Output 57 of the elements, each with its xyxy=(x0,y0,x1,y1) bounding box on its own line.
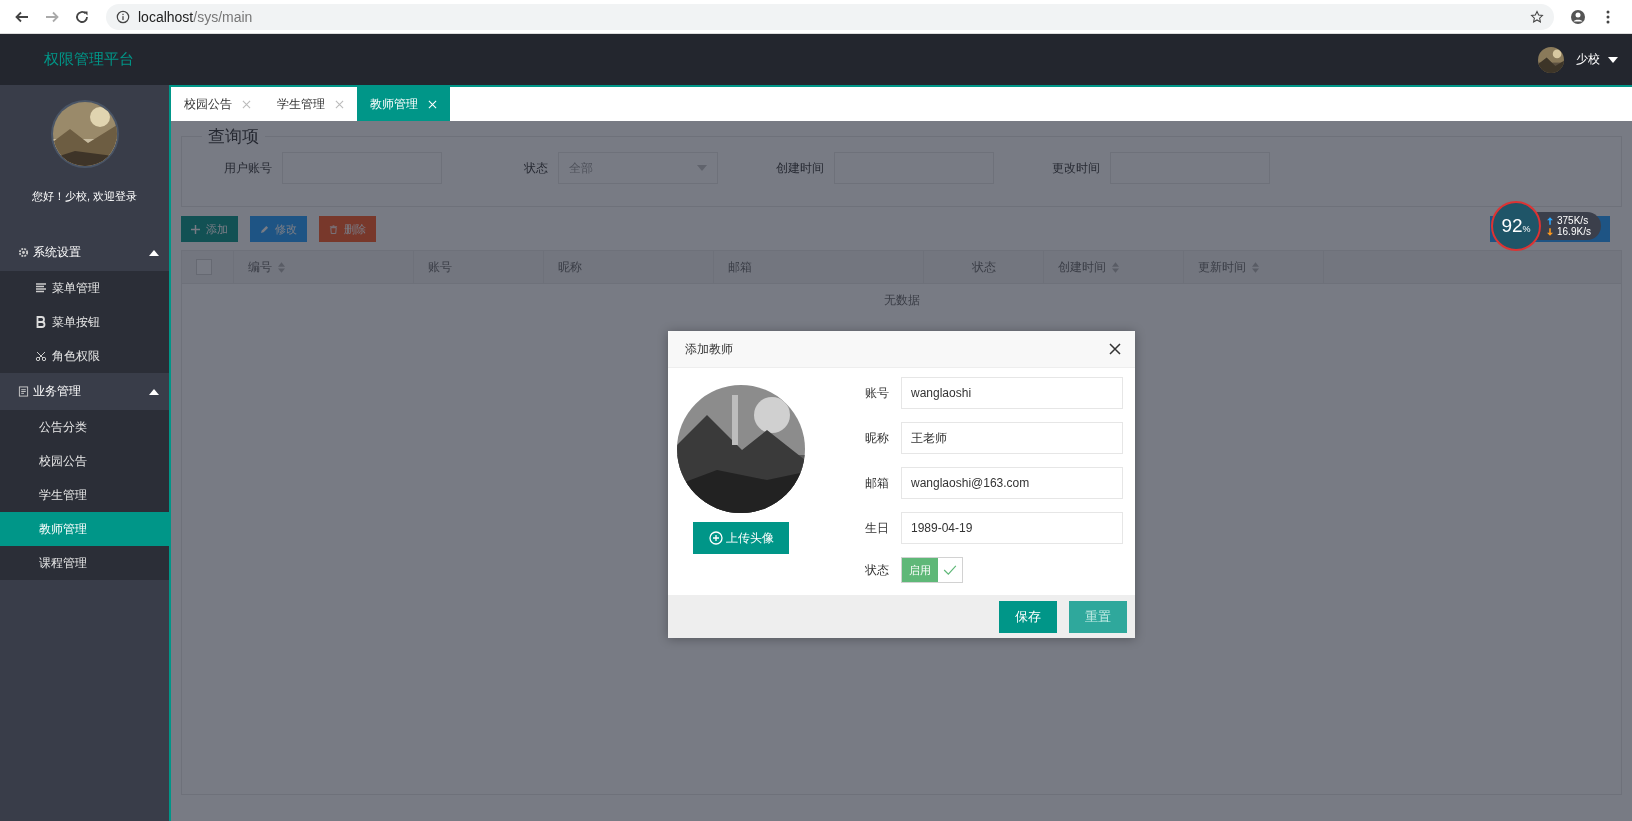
tab[interactable]: 教师管理 xyxy=(357,87,450,121)
upload-avatar-button[interactable]: 上传头像 xyxy=(693,522,789,554)
field-label: 创建时间 xyxy=(775,159,825,177)
plus-icon xyxy=(191,224,200,234)
star-icon[interactable] xyxy=(1530,9,1544,24)
scissors-icon xyxy=(35,350,47,362)
upload-arrow-icon xyxy=(1547,216,1553,225)
menu-item[interactable]: 课程管理 xyxy=(0,546,169,580)
info-icon xyxy=(116,9,130,24)
field-label: 邮箱 xyxy=(865,474,889,492)
account-icon[interactable] xyxy=(1570,8,1586,25)
collapse-arrow-icon[interactable] xyxy=(149,388,159,395)
input-field[interactable]: wanglaoshi@163.com xyxy=(901,467,1123,499)
close-icon[interactable] xyxy=(1109,343,1121,355)
menu-item[interactable]: 菜单按钮 xyxy=(0,305,169,339)
percent-unit: % xyxy=(1522,224,1531,234)
document-icon xyxy=(18,386,29,397)
upload-speed: 375K/s xyxy=(1557,215,1589,226)
tab[interactable]: 校园公告 xyxy=(171,87,264,121)
input-field[interactable]: 王老师 xyxy=(901,422,1123,454)
list-icon xyxy=(35,282,47,294)
field-label: 更改时间 xyxy=(1051,159,1101,177)
input-field[interactable]: 1989-04-19 xyxy=(901,512,1123,544)
gear-icon xyxy=(18,247,29,258)
field-label: 生日 xyxy=(865,519,889,537)
query-legend: 查询项 xyxy=(202,125,265,148)
menu-item[interactable]: 校园公告 xyxy=(0,444,169,478)
menu-item[interactable]: 学生管理 xyxy=(0,478,169,512)
reload-icon[interactable] xyxy=(74,8,90,25)
field-label: 账号 xyxy=(865,384,889,402)
download-arrow-icon xyxy=(1547,227,1553,236)
bold-icon xyxy=(35,316,47,328)
check-icon xyxy=(943,565,957,575)
menu-item[interactable]: 教师管理 xyxy=(0,512,169,546)
menu-item[interactable]: 菜单管理 xyxy=(0,271,169,305)
caret-icon[interactable] xyxy=(1608,56,1618,63)
dialog-button[interactable]: 保存 xyxy=(999,600,1057,633)
field-label: 用户账号 xyxy=(223,159,273,177)
percent-text: 92 xyxy=(1501,215,1523,237)
collapse-arrow-icon[interactable] xyxy=(149,249,159,256)
pencil-icon xyxy=(260,224,269,234)
app-title: 权限管理平台 xyxy=(44,50,134,69)
field-label: 状态 xyxy=(523,159,549,177)
user-name[interactable]: 少校 xyxy=(1576,51,1600,68)
input-field[interactable]: wanglaoshi xyxy=(901,377,1123,409)
field-label: 昵称 xyxy=(865,429,889,447)
plus-circle-icon xyxy=(708,531,723,545)
field-label: 状态 xyxy=(865,561,889,579)
dropdown-icon xyxy=(697,165,707,171)
dialog-title: 添加教师 xyxy=(685,340,733,358)
greeting-text: 您好！少校, 欢迎登录 xyxy=(31,189,138,204)
trash-icon xyxy=(329,224,338,234)
download-speed: 16.9K/s xyxy=(1557,226,1591,237)
menu-item[interactable]: 公告分类 xyxy=(0,410,169,444)
menu-item[interactable]: 角色权限 xyxy=(0,339,169,373)
address-bar[interactable]: localhost/sys/main xyxy=(106,3,1554,30)
tab[interactable]: 学生管理 xyxy=(264,87,357,121)
